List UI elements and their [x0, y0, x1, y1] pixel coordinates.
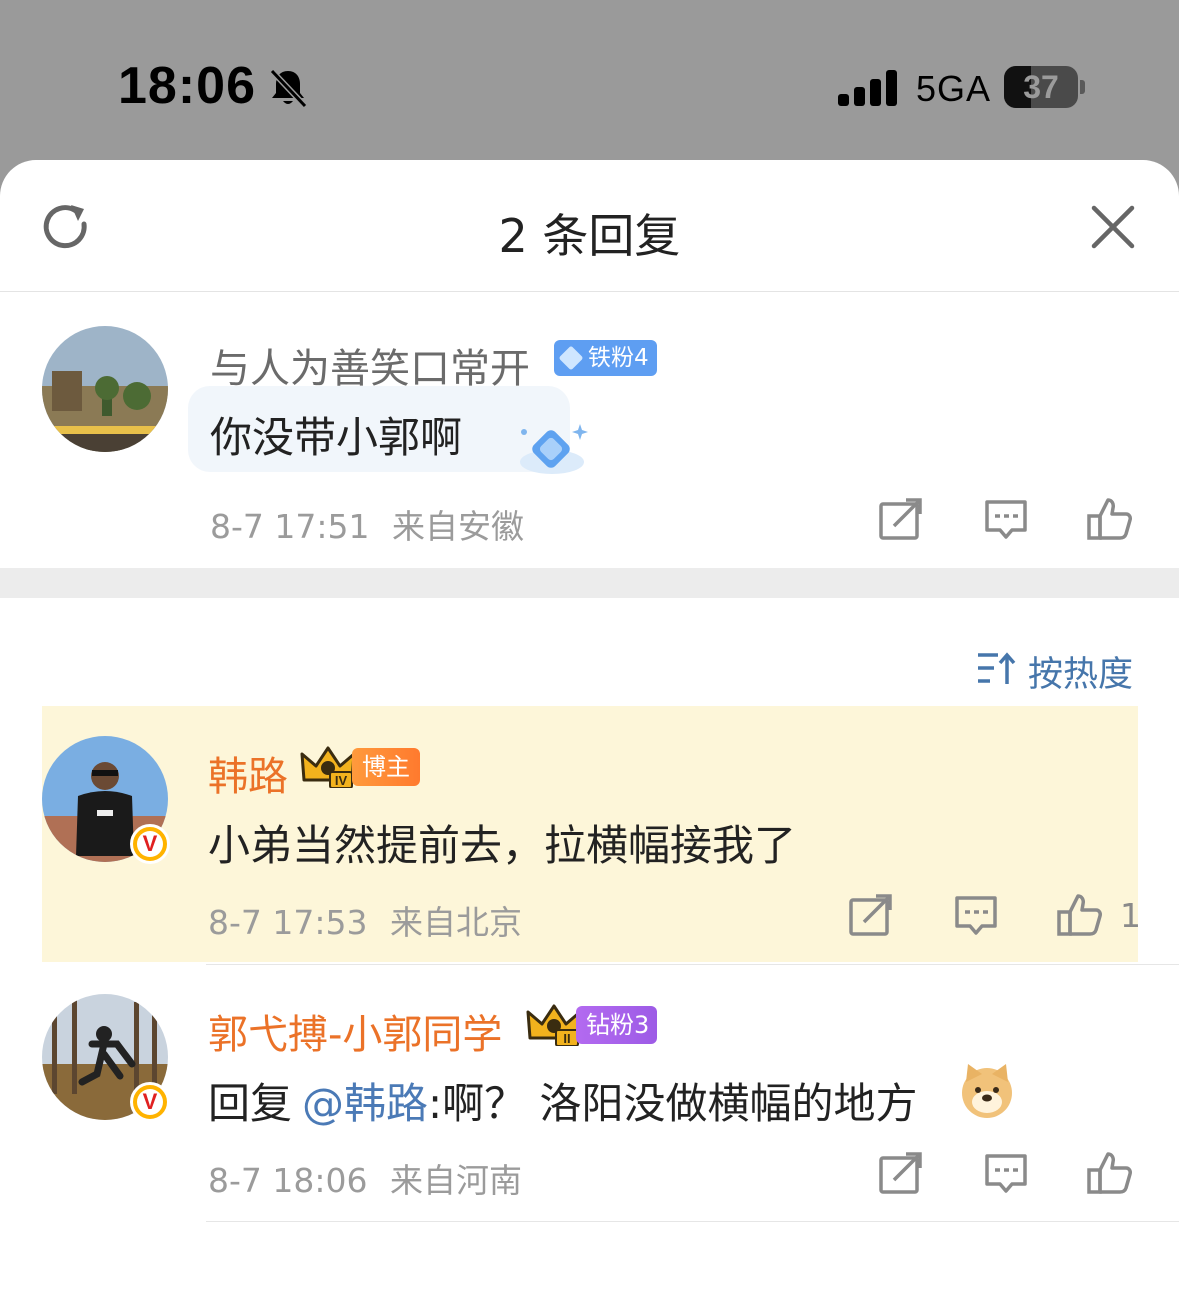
svg-text:II: II	[563, 1031, 570, 1046]
sheet-title: 2 条回复	[498, 209, 681, 263]
crown-icon: II	[526, 1004, 582, 1046]
replies-sheet: 2 条回复 与人为善笑口常开 铁粉4 你没带小郭啊 8-7 17:51 来自安徽…	[0, 160, 1179, 1297]
share-icon[interactable]	[876, 1150, 924, 1198]
like-icon[interactable]	[1086, 1148, 1134, 1196]
close-icon[interactable]	[1090, 204, 1136, 250]
doge-emoji-icon	[962, 1064, 1012, 1118]
comment-text: 你没带小郭啊	[210, 413, 463, 462]
comment-icon[interactable]	[982, 496, 1030, 544]
sort-label: 按热度	[1028, 655, 1134, 695]
reply-text: 回复 @韩路:啊？ 洛阳没做横幅的地方	[208, 1070, 918, 1131]
fan-badge-label: 铁粉4	[588, 345, 649, 371]
reply-body: :啊？ 洛阳没做横幅的地方	[428, 1079, 918, 1128]
sheet-header: 2 条回复	[0, 160, 1179, 292]
diamond-decoration-icon	[520, 424, 588, 474]
like-count: 1	[1120, 896, 1141, 935]
sort-icon	[978, 652, 1016, 684]
divider	[206, 1221, 1179, 1222]
share-icon[interactable]	[876, 496, 924, 544]
like-icon[interactable]	[1056, 890, 1104, 938]
comment-meta: 8-7 17:51 来自安徽	[210, 500, 524, 548]
fan-badge: 钻粉3	[576, 1006, 658, 1044]
comment-icon[interactable]	[952, 892, 1000, 940]
avatar[interactable]	[42, 326, 168, 452]
reply-meta: 8-7 17:53 来自北京	[208, 896, 522, 944]
battery-cap	[1080, 80, 1085, 94]
fan-badge: 铁粉4	[554, 340, 657, 376]
reply-text: 小弟当然提前去，拉横幅接我了	[208, 821, 797, 870]
diamond-icon	[558, 345, 584, 371]
share-icon[interactable]	[846, 892, 894, 940]
verified-badge-icon: V	[130, 1082, 170, 1122]
section-divider	[0, 568, 1179, 598]
like-icon[interactable]	[1086, 494, 1134, 542]
bell-muted-icon	[269, 68, 308, 109]
comment-time: 8-7 17:51	[210, 507, 370, 546]
signal-icon	[838, 70, 897, 106]
comment-icon[interactable]	[982, 1150, 1030, 1198]
reply-username[interactable]: 郭弋搏-小郭同学	[208, 1002, 502, 1060]
comment-location: 来自安徽	[392, 507, 524, 546]
crown-icon: IV	[300, 746, 356, 788]
reply-username[interactable]: 韩路	[208, 744, 288, 802]
reply-time: 8-7 18:06	[208, 1161, 368, 1200]
battery-percent: 37	[1023, 69, 1059, 105]
sort-toggle[interactable]: 按热度	[976, 646, 1136, 695]
author-tag: 博主	[352, 748, 420, 786]
svg-text:IV: IV	[335, 773, 348, 788]
mention-link[interactable]: @韩路	[302, 1079, 428, 1128]
reply-time: 8-7 17:53	[208, 903, 368, 942]
network-type: 5GA	[916, 68, 992, 109]
divider	[206, 964, 1179, 965]
reply-location: 来自北京	[390, 903, 522, 942]
battery-icon: 37	[1004, 66, 1078, 108]
status-time: 18:06	[118, 57, 256, 115]
reply-prefix: 回复	[208, 1079, 293, 1128]
reply-location: 来自河南	[390, 1161, 522, 1200]
reply-meta: 8-7 18:06 来自河南	[208, 1154, 522, 1202]
verified-badge-icon: V	[130, 824, 170, 864]
status-bar: 18:06 5GA 37	[0, 0, 1179, 160]
